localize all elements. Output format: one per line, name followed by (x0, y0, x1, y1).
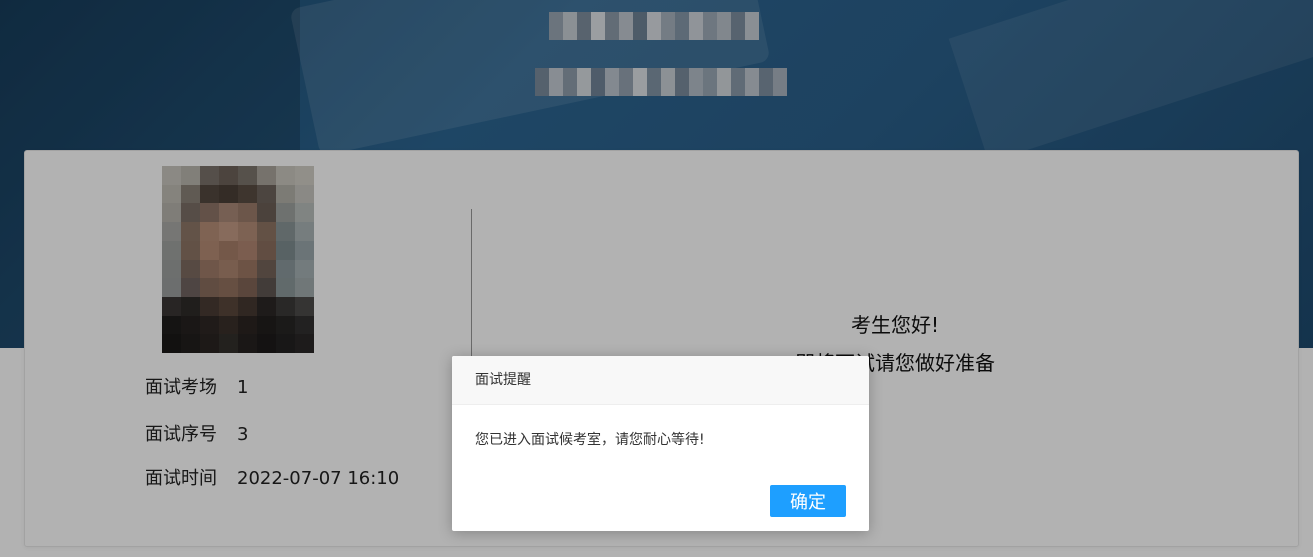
dialog-title: 面试提醒 (452, 356, 869, 405)
dialog-message: 您已进入面试候考室，请您耐心等待! (475, 432, 705, 448)
confirm-button[interactable]: 确定 (770, 485, 846, 517)
interview-reminder-dialog: 面试提醒 您已进入面试候考室，请您耐心等待! 确定 (452, 356, 869, 531)
